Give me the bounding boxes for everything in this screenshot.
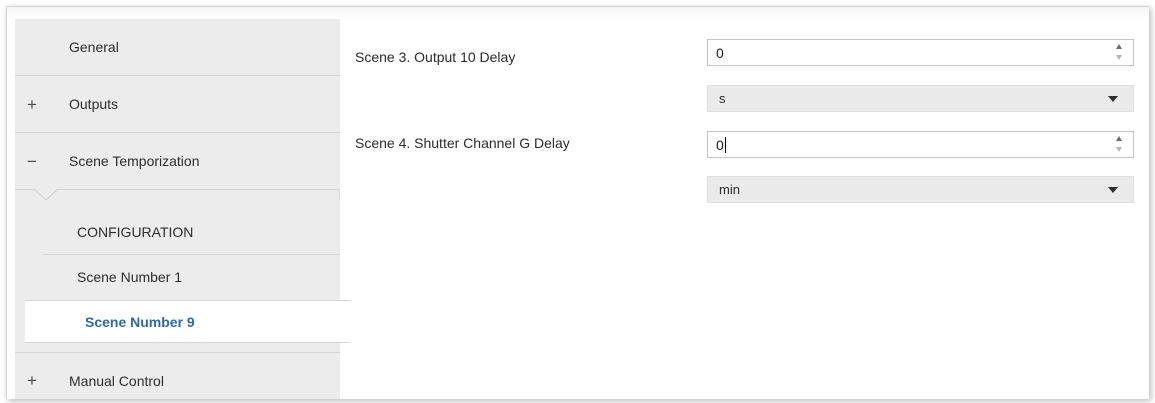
triangle-down-icon[interactable] bbox=[1116, 147, 1122, 152]
output-10-delay-unit-select[interactable]: s bbox=[707, 85, 1134, 112]
minus-icon[interactable]: − bbox=[26, 153, 38, 170]
spin-arrows[interactable] bbox=[1116, 44, 1124, 62]
sidebar-item-manual-control[interactable]: + Manual Control bbox=[15, 352, 340, 399]
sidebar-item-label: General bbox=[69, 39, 119, 55]
subitem-label: Scene Number 1 bbox=[77, 269, 183, 285]
subitem-scene-number-9[interactable]: Scene Number 9 bbox=[25, 300, 351, 343]
sidebar-item-label: Outputs bbox=[69, 96, 119, 112]
parameter-window: General + Outputs − Scene Temporization … bbox=[6, 6, 1149, 399]
triangle-up-icon[interactable] bbox=[1116, 136, 1122, 141]
sidebar-item-general[interactable]: General bbox=[15, 19, 340, 76]
subitem-label: Scene Number 9 bbox=[85, 313, 195, 330]
sidebar-item-outputs[interactable]: + Outputs bbox=[15, 76, 340, 133]
triangle-down-icon[interactable] bbox=[1116, 55, 1122, 60]
plus-icon[interactable]: + bbox=[26, 96, 38, 113]
sidebar: General + Outputs − Scene Temporization … bbox=[15, 19, 351, 399]
spin-value: 0 bbox=[716, 137, 724, 153]
subitem-label: CONFIGURATION bbox=[77, 224, 194, 240]
sidebar-item-scene-temporization[interactable]: − Scene Temporization bbox=[15, 133, 340, 190]
triangle-up-icon[interactable] bbox=[1116, 44, 1122, 49]
plus-icon[interactable]: + bbox=[26, 372, 38, 389]
select-value: min bbox=[719, 182, 740, 197]
subitem-configuration[interactable]: CONFIGURATION bbox=[33, 212, 340, 252]
spin-arrows[interactable] bbox=[1116, 136, 1124, 154]
shutter-channel-g-delay-input[interactable]: 0 bbox=[707, 131, 1134, 158]
output-10-delay-input[interactable]: 0 bbox=[707, 39, 1134, 66]
param-label-shutter-channel-g-delay: Scene 4. Shutter Channel G Delay bbox=[355, 135, 570, 151]
sidebar-item-label: Scene Temporization bbox=[69, 153, 200, 169]
chevron-down-icon[interactable] bbox=[1108, 96, 1118, 102]
expand-notch bbox=[34, 189, 58, 201]
shutter-channel-g-delay-unit-select[interactable]: min bbox=[707, 176, 1134, 203]
text-cursor bbox=[725, 137, 726, 153]
select-value: s bbox=[719, 91, 726, 106]
spin-value: 0 bbox=[716, 45, 724, 61]
subitem-scene-number-1[interactable]: Scene Number 1 bbox=[33, 257, 340, 297]
chevron-down-icon[interactable] bbox=[1108, 187, 1118, 193]
divider bbox=[43, 254, 340, 255]
param-label-output-10-delay: Scene 3. Output 10 Delay bbox=[355, 49, 516, 65]
sidebar-item-label: Manual Control bbox=[69, 372, 164, 389]
